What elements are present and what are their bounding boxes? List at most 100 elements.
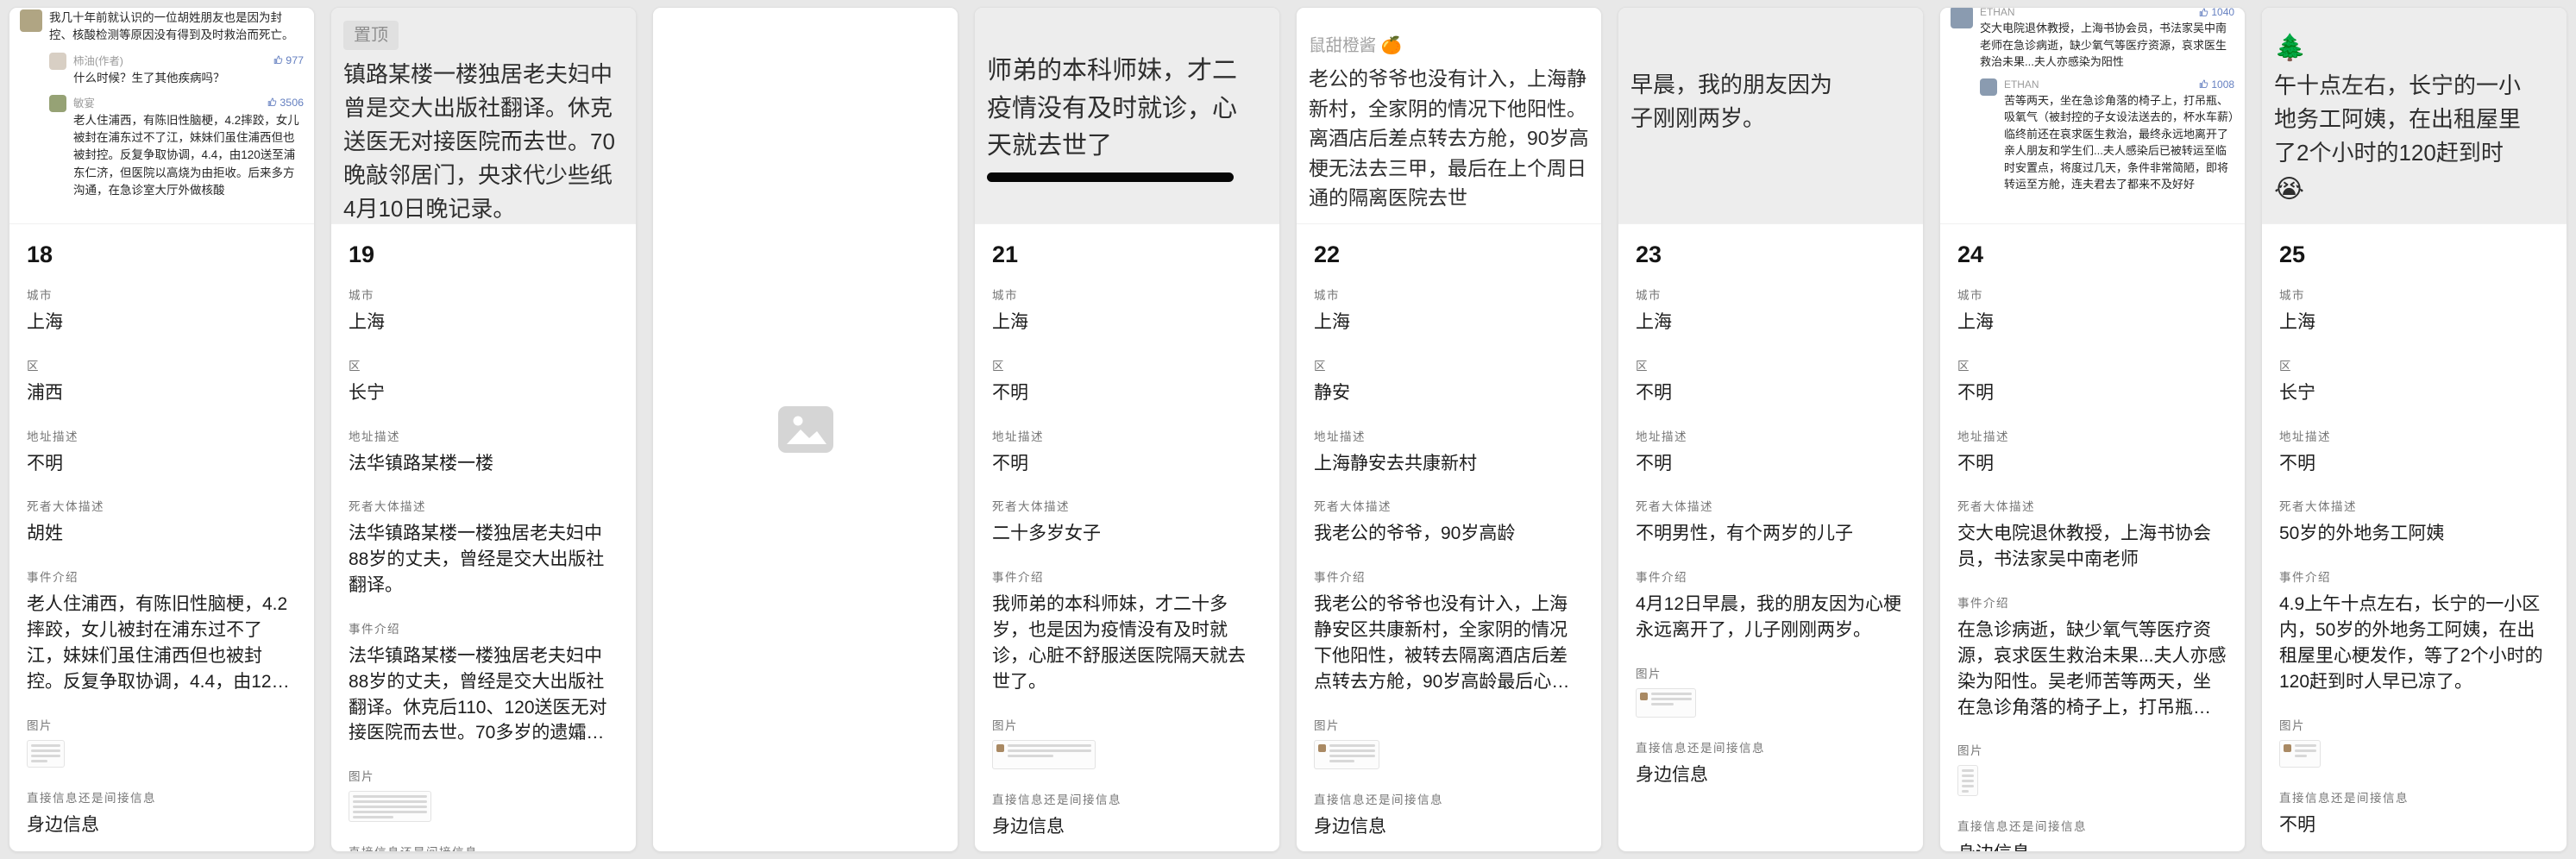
field-label-deceased: 死者大体描述: [1636, 497, 1906, 514]
record-card[interactable]: 我几十年前就认识的一位胡姓朋友也是因为封控、核酸检测等原因没有得到及时救治而死亡…: [9, 7, 315, 852]
like-count: 1008: [2211, 78, 2234, 91]
field-value-district: 浦西: [27, 380, 297, 406]
thumbnail-text-line: [1329, 755, 1375, 757]
comment-body: 柿油(作者)977什么时候？生了其他疾病吗？: [73, 53, 304, 87]
field-label-direct: 直接信息还是间接信息: [992, 790, 1262, 807]
image-thumbnail[interactable]: [992, 740, 1096, 769]
field-address: 地址描述 不明: [27, 427, 297, 477]
thumbnail-text-line: [2295, 755, 2307, 757]
thumbnail-text-line: [31, 744, 60, 747]
field-label-direct: 直接信息还是间接信息: [1957, 817, 2227, 834]
record-card[interactable]: 鼠甜橙酱 🍊老公的爷爷也没有计入，上海静新村，全家阴的情况下他阳性。离酒店后差点…: [1296, 7, 1602, 852]
screenshot-text-line: 早晨，我的朋友因为: [1630, 68, 1911, 102]
screenshot-text-line: 师弟的本科师妹，才二: [987, 53, 1267, 91]
screenshot-text-line: 曾是交大出版社翻译。休克: [343, 91, 624, 125]
redaction-bar: [987, 172, 1234, 182]
record-number: 22: [1314, 241, 1584, 268]
field-label-image: 图片: [1636, 664, 1906, 681]
thumbnail-text-line: [353, 816, 393, 818]
screenshot-text-line: 天就去世了: [987, 128, 1267, 166]
record-card[interactable]: 早晨，我的朋友因为子刚刚两岁。 23 城市 上海 区 不明 地址描述 不明 死者…: [1618, 7, 1924, 852]
field-label-deceased: 死者大体描述: [27, 497, 297, 514]
field-value-address: 不明: [27, 451, 297, 477]
field-value-direct: 不明: [2279, 812, 2549, 838]
screenshot-text-line: 子刚刚两岁。: [1630, 102, 1911, 135]
field-image: 图片: [1314, 716, 1584, 769]
field-district: 区 不明: [1636, 356, 1906, 406]
field-image: 图片: [27, 716, 297, 768]
screenshot-preview: [653, 8, 958, 852]
image-thumbnail[interactable]: [1957, 765, 1978, 796]
image-thumbnail[interactable]: [27, 740, 65, 768]
field-city: 城市 上海: [27, 285, 297, 335]
field-event: 事件介绍 4.9上午十点左右，长宁的一小区内，50岁的外地务工阿姨，在出租屋里心…: [2279, 567, 2549, 694]
card-body: 24 城市 上海 区 不明 地址描述 不明 死者大体描述 交大电院退休教授，上海…: [1940, 224, 2245, 851]
field-direct: 直接信息还是间接信息 身边信息: [992, 790, 1262, 840]
image-thumbnail[interactable]: [1314, 740, 1379, 769]
field-direct: 直接信息还是间接信息 身边信息: [349, 843, 619, 851]
field-event: 事件介绍 老人住浦西，有陈旧性脑梗，4.2摔跤，女儿被封在浦东过不了江，妹妹们虽…: [27, 567, 297, 694]
thumbnail-lines: [1962, 769, 1974, 795]
commenter-name: ETHAN: [1980, 8, 2015, 18]
thumbnail-lines: [31, 744, 60, 765]
image-thumbnail[interactable]: [1636, 688, 1696, 718]
record-card[interactable]: 置顶镇路某楼一楼独居老夫妇中曾是交大出版社翻译。休克送医无对接医院而去世。70晚…: [330, 7, 637, 852]
card-body: 23 城市 上海 区 不明 地址描述 不明 死者大体描述 不明男性，有个两岁的儿…: [1618, 224, 1923, 851]
field-address: 地址描述 不明: [2279, 427, 2549, 477]
record-card[interactable]: 🌲午十点左右，长宁的一小地务工阿姨，在出租屋里了2个小时的120赶到时😭 25 …: [2261, 7, 2567, 852]
thumbnail-text-line: [1651, 698, 1692, 700]
field-label-event: 事件介绍: [1957, 593, 2227, 611]
thumbnail-avatar: [1318, 744, 1326, 752]
thumbnail-text-line: [353, 811, 427, 813]
thumbnail-text-line: [353, 800, 427, 803]
card-row: 我几十年前就认识的一位胡姓朋友也是因为封控、核酸检测等原因没有得到及时救治而死亡…: [0, 0, 2576, 859]
record-card[interactable]: ETHAN1040交大电院退休教授，上海书协会员，书法家吴中南老师在急诊病逝，缺…: [1939, 7, 2246, 852]
image-thumbnail[interactable]: [2279, 740, 2321, 768]
screenshot-text-line: 老公的爷爷也没有计入，上海静: [1309, 64, 1589, 94]
screenshot-text-line: 送医无对接医院而去世。70: [343, 125, 624, 159]
record-number: 23: [1636, 241, 1906, 268]
field-value-event: 我师弟的本科师妹，才二十多岁，也是因为疫情没有及时就诊，心脏不舒服送医院隔天就去…: [992, 592, 1262, 694]
field-district: 区 浦西: [27, 356, 297, 406]
thumbnail-text-line: [31, 749, 60, 752]
field-value-event: 在急诊病逝，缺少氧气等医疗资源，哀求医生救治未果...夫人亦感染为阳性。吴老师苦…: [1957, 618, 2227, 720]
record-card[interactable]: 师弟的本科师妹，才二疫情没有及时就诊，心天就去世了 21 城市 上海 区 不明 …: [974, 7, 1280, 852]
field-value-deceased: 法华镇路某楼一楼独居老夫妇中88岁的丈夫，曾经是交大出版社翻译。: [349, 521, 619, 598]
field-label-deceased: 死者大体描述: [1314, 497, 1584, 514]
field-value-district: 长宁: [349, 380, 619, 406]
field-city: 城市 上海: [349, 285, 619, 335]
field-image: 图片: [1636, 664, 1906, 718]
field-deceased: 死者大体描述 50岁的外地务工阿姨: [2279, 497, 2549, 547]
field-label-deceased: 死者大体描述: [349, 497, 619, 514]
image-thumbnail[interactable]: [349, 791, 431, 822]
field-value-event: 法华镇路某楼一楼独居老夫妇中88岁的丈夫，曾经是交大出版社翻译。休克后110、1…: [349, 643, 619, 746]
field-value-event: 老人住浦西，有陈旧性脑梗，4.2摔跤，女儿被封在浦东过不了江，妹妹们虽住浦西但也…: [27, 592, 297, 694]
comment-text: 什么时候？生了其他疾病吗？: [73, 70, 304, 87]
thumbnail-text-line: [1008, 744, 1091, 747]
field-label-city: 城市: [1957, 285, 2227, 303]
field-label-deceased: 死者大体描述: [2279, 497, 2549, 514]
field-city: 城市 上海: [1957, 285, 2227, 335]
field-direct: 直接信息还是间接信息 身边信息: [27, 788, 297, 838]
field-label-city: 城市: [1636, 285, 1906, 303]
comment-thread: 我几十年前就认识的一位胡姓朋友也是因为封控、核酸检测等原因没有得到及时救治而死亡…: [9, 8, 314, 199]
field-district: 区 不明: [992, 356, 1262, 406]
field-direct: 直接信息还是间接信息 身边信息: [1314, 790, 1584, 840]
screenshot-preview: ETHAN1040交大电院退休教授，上海书协会员，书法家吴中南老师在急诊病逝，缺…: [1940, 8, 2245, 224]
commenter-avatar: [20, 9, 42, 32]
field-district: 区 长宁: [349, 356, 619, 406]
thumbnail-text-line: [1962, 785, 1974, 787]
field-value-deceased: 胡姓: [27, 521, 297, 547]
record-card[interactable]: 20 城市 上海 区 不明 地址描述 上海某康复医院 死者大体描述 李昶生于19…: [652, 7, 958, 852]
field-label-direct: 直接信息还是间接信息: [2279, 788, 2549, 806]
field-label-image: 图片: [2279, 716, 2549, 733]
field-value-city: 上海: [349, 310, 619, 335]
field-event: 事件介绍 我师弟的本科师妹，才二十多岁，也是因为疫情没有及时就诊，心脏不舒服送医…: [992, 567, 1262, 694]
field-value-district: 不明: [1957, 380, 2227, 406]
field-value-district: 长宁: [2279, 380, 2549, 406]
field-label-event: 事件介绍: [349, 619, 619, 636]
field-label-address: 地址描述: [349, 427, 619, 444]
comment-row: 柿油(作者)977什么时候？生了其他疾病吗？: [49, 53, 304, 87]
card-body: 21 城市 上海 区 不明 地址描述 不明 死者大体描述 二十多岁女子 事件介绍…: [975, 224, 1279, 851]
field-label-address: 地址描述: [992, 427, 1262, 444]
